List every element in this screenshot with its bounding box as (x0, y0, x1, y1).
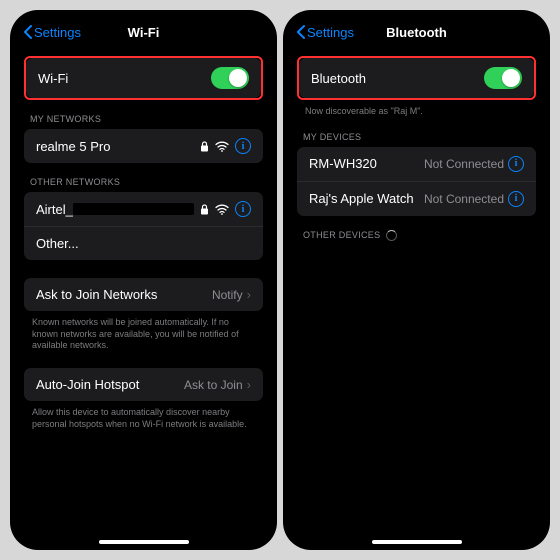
back-button[interactable]: Settings (24, 25, 81, 40)
chevron-left-icon (297, 25, 305, 39)
chevron-right-icon: › (247, 287, 251, 302)
page-title: Wi-Fi (128, 25, 160, 40)
highlight-box: Wi-Fi (24, 56, 263, 100)
footnote: Allow this device to automatically disco… (32, 407, 255, 430)
wifi-icon (215, 204, 229, 215)
page-title: Bluetooth (386, 25, 447, 40)
bluetooth-toggle-label: Bluetooth (311, 71, 484, 86)
phone-bluetooth: Settings Bluetooth Bluetooth Now discove… (283, 10, 550, 550)
back-label: Settings (34, 25, 81, 40)
network-name: Airtel_ (36, 202, 73, 217)
wifi-toggle-row[interactable]: Wi-Fi (26, 58, 261, 98)
device-row[interactable]: Raj's Apple Watch Not Connected i (297, 181, 536, 216)
network-row[interactable]: Airtel_ i (24, 192, 263, 226)
lock-icon (200, 204, 209, 215)
other-label: Other... (36, 236, 251, 251)
network-row[interactable]: realme 5 Pro i (24, 129, 263, 163)
bluetooth-toggle-row[interactable]: Bluetooth (299, 58, 534, 98)
row-value: Ask to Join (184, 378, 243, 392)
info-icon[interactable]: i (508, 156, 524, 172)
redacted-strip (73, 203, 194, 215)
device-status: Not Connected (424, 157, 504, 171)
footnote: Known networks will be joined automatica… (32, 317, 255, 352)
home-indicator[interactable] (99, 540, 189, 544)
ask-to-join-row[interactable]: Ask to Join Networks Notify › (24, 278, 263, 311)
wifi-toggle[interactable] (211, 67, 249, 89)
back-label: Settings (307, 25, 354, 40)
highlight-box: Bluetooth (297, 56, 536, 100)
info-icon[interactable]: i (508, 191, 524, 207)
section-other-devices: Other Devices (303, 230, 530, 241)
chevron-left-icon (24, 25, 32, 39)
section-other-networks: Other Networks (30, 177, 257, 187)
row-value: Notify (212, 288, 243, 302)
row-label: Auto-Join Hotspot (36, 377, 184, 392)
back-button[interactable]: Settings (297, 25, 354, 40)
wifi-icon (215, 141, 229, 152)
navbar: Settings Wi-Fi (14, 18, 273, 46)
discoverable-text: Now discoverable as "Raj M". (305, 106, 528, 118)
wifi-toggle-label: Wi-Fi (38, 71, 211, 86)
home-indicator[interactable] (372, 540, 462, 544)
device-status: Not Connected (424, 192, 504, 206)
phone-wifi: Settings Wi-Fi Wi-Fi My Networks realme … (10, 10, 277, 550)
bluetooth-toggle[interactable] (484, 67, 522, 89)
spinner-icon (386, 230, 397, 241)
info-icon[interactable]: i (235, 138, 251, 154)
device-name: RM-WH320 (309, 156, 424, 171)
other-devices-label: Other Devices (303, 230, 380, 240)
section-my-devices: My Devices (303, 132, 530, 142)
navbar: Settings Bluetooth (287, 18, 546, 46)
other-network-row[interactable]: Other... (24, 226, 263, 260)
lock-icon (200, 141, 209, 152)
info-icon[interactable]: i (235, 201, 251, 217)
auto-join-hotspot-row[interactable]: Auto-Join Hotspot Ask to Join › (24, 368, 263, 401)
device-row[interactable]: RM-WH320 Not Connected i (297, 147, 536, 181)
chevron-right-icon: › (247, 377, 251, 392)
device-name: Raj's Apple Watch (309, 191, 424, 206)
network-name: realme 5 Pro (36, 139, 200, 154)
section-my-networks: My Networks (30, 114, 257, 124)
row-label: Ask to Join Networks (36, 287, 212, 302)
